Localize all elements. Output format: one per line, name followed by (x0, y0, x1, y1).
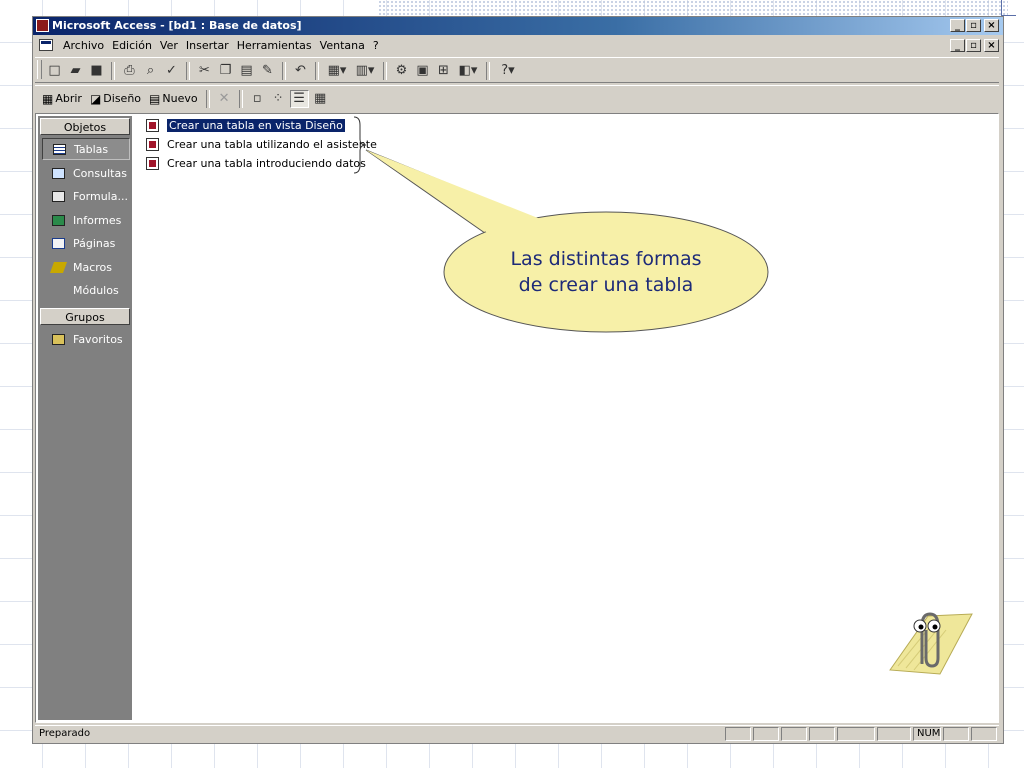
callout-line-2: de crear una tabla (518, 274, 694, 296)
callout-bubble (365, 149, 769, 333)
callout-text: Las distintas formas de crear una tabla (444, 246, 768, 298)
office-assistant-paperclip-icon[interactable] (882, 600, 974, 680)
callout-line-1: Las distintas formas (510, 248, 702, 270)
